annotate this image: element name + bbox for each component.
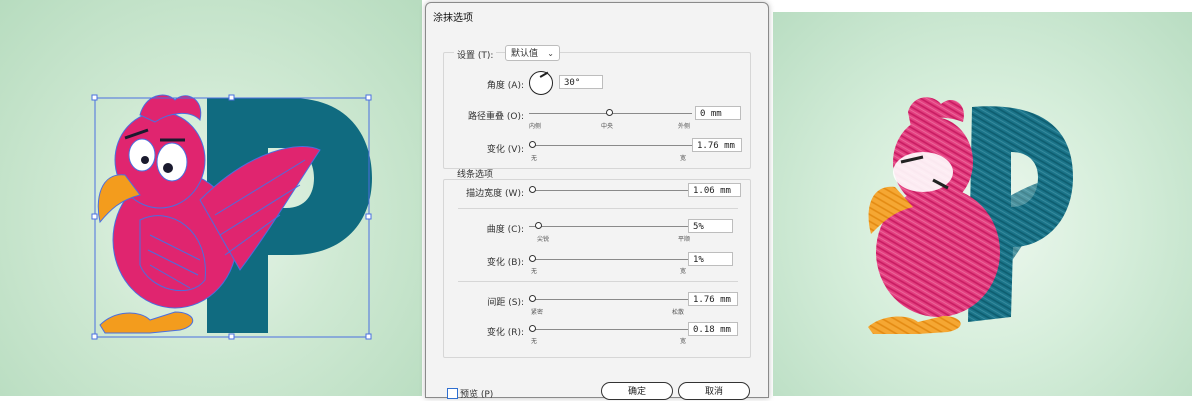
ok-button[interactable]: 确定 [601,382,673,400]
overlap-variation-label: 变化 (V): [486,145,524,155]
curviness-label: 曲度 (C): [486,225,524,235]
path-overlap-slider-thumb[interactable] [606,109,613,116]
stroke-width-slider-thumb[interactable] [529,186,536,193]
scribbled-artwork [868,97,1073,334]
line-options-heading: 线条选项 [457,170,494,180]
spacing-variation-input[interactable]: 0.18 mm [688,322,738,336]
spacing-label: 间距 (S): [487,298,524,308]
stroke-width-slider-track[interactable] [529,190,692,191]
cancel-button[interactable]: 取消 [678,382,750,400]
curviness-variation-input[interactable]: 1% [688,252,733,266]
preview-checkbox[interactable] [447,388,458,399]
overlap-variation-input[interactable]: 1.76 mm [692,138,742,152]
angle-dial-indicator [539,71,549,78]
settings-select-value: 默认值 [511,49,539,59]
curviness-variation-slider-thumb[interactable] [529,255,536,262]
artwork-scribble-panel [773,12,1192,396]
tick-wide: 宽 [680,155,687,162]
spacing-slider-thumb[interactable] [529,295,536,302]
settings-select[interactable]: 默认值 ⌄ [505,45,560,61]
chevron-down-icon: ⌄ [547,49,554,58]
tick-wide: 宽 [680,268,687,275]
tick-none: 无 [531,155,538,162]
tick-sharp: 尖锐 [537,236,550,243]
angle-input[interactable]: 30° [559,75,603,89]
divider [458,281,738,282]
original-artwork [91,94,372,340]
divider [458,208,738,209]
tick-inner: 内侧 [529,123,542,130]
tick-none: 无 [531,338,538,345]
curviness-input[interactable]: 5% [688,219,733,233]
tick-center: 中央 [601,123,614,130]
overlap-variation-slider-track[interactable] [529,145,692,146]
spacing-variation-slider-track[interactable] [529,329,692,330]
dialog-title: 涂抹选项 [433,13,473,24]
angle-label: 角度 (A): [486,81,524,91]
scribble-options-dialog: 涂抹选项 设置 (T): 默认值 ⌄ 角度 (A): 30° 路径重叠 (O):… [425,2,769,400]
spacing-variation-label: 变化 (R): [486,328,524,338]
tick-outer: 外侧 [678,123,691,130]
preview-label: 预览 (P) [460,390,494,400]
curviness-slider-track[interactable] [529,226,692,227]
artwork-original-panel [0,0,422,396]
spacing-input[interactable]: 1.76 mm [688,292,738,306]
parrot-eye-left [128,138,156,172]
parrot-feet [99,311,193,334]
tick-none: 无 [531,268,538,275]
tick-loose: 松散 [672,309,685,316]
angle-dial[interactable] [529,71,553,95]
spacing-variation-slider-thumb[interactable] [529,325,536,332]
tick-dense: 紧密 [531,309,544,316]
stroke-width-label: 描边宽度 (W): [466,189,524,199]
settings-label: 设置 (T): [454,48,497,61]
tick-smooth: 平顺 [678,236,691,243]
curviness-variation-label: 变化 (B): [486,258,524,268]
curviness-variation-slider-track[interactable] [529,259,692,260]
overlap-variation-slider-thumb[interactable] [529,141,536,148]
path-overlap-input[interactable]: 0 mm [695,106,741,120]
scribble-feet [868,316,961,334]
parrot-eye-right [156,142,188,182]
spacing-slider-track[interactable] [529,299,692,300]
curviness-slider-thumb[interactable] [535,222,542,229]
stroke-width-input[interactable]: 1.06 mm [688,183,741,197]
tick-wide: 宽 [680,338,687,345]
path-overlap-label: 路径重叠 (O): [468,112,524,122]
